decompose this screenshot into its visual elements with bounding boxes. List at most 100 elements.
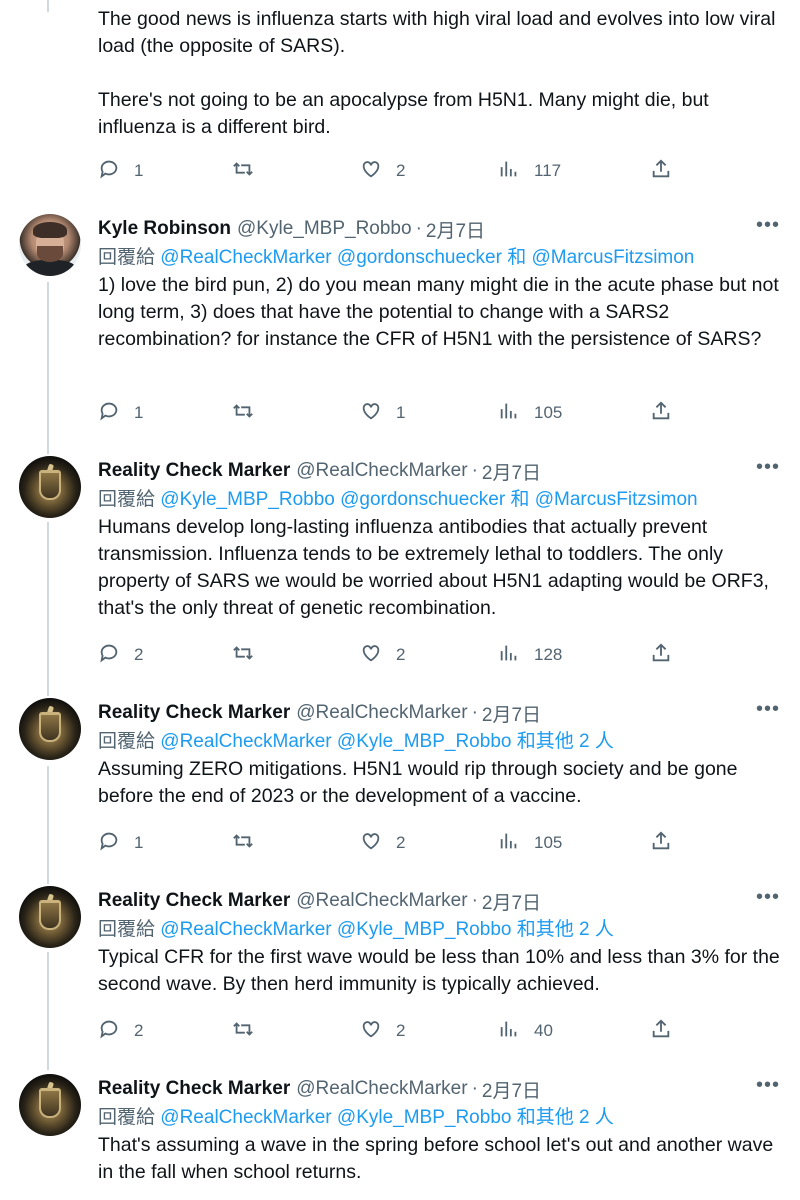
more-icon[interactable]: •••: [756, 456, 780, 479]
author-name[interactable]: Reality Check Marker: [98, 890, 290, 912]
author-name[interactable]: Kyle Robinson: [98, 218, 231, 240]
separator: ·: [471, 702, 478, 723]
tweet-header: Reality Check Marker @RealCheckMarker · …: [98, 456, 782, 486]
like-icon: [360, 1018, 382, 1045]
retweet-button[interactable]: [232, 640, 254, 670]
reply-button[interactable]: 1: [98, 156, 143, 186]
replying-links[interactable]: @RealCheckMarker @Kyle_MBP_Robbo 和其他 2 人: [160, 919, 614, 940]
retweet-button[interactable]: [232, 1016, 254, 1046]
tweet-header: Reality Check Marker @RealCheckMarker · …: [98, 886, 782, 916]
reply-count: 1: [134, 161, 144, 180]
share-icon: [650, 400, 672, 427]
tweet-actions: 2 2 40: [98, 1016, 688, 1046]
share-button[interactable]: [650, 398, 672, 428]
thread-line: [47, 282, 49, 454]
share-icon: [650, 158, 672, 185]
replying-to: 回覆給 @Kyle_MBP_Robbo @gordonschuecker 和 @…: [98, 486, 782, 514]
tweet-actions: 1 2 117: [98, 156, 688, 186]
thread-line: [47, 522, 49, 696]
avatar[interactable]: [19, 1074, 81, 1136]
replying-links[interactable]: @RealCheckMarker @Kyle_MBP_Robbo 和其他 2 人: [160, 1107, 614, 1128]
retweet-button[interactable]: [232, 156, 254, 186]
author-handle[interactable]: @RealCheckMarker: [296, 460, 467, 482]
like-button[interactable]: 2: [360, 1016, 405, 1046]
share-button[interactable]: [650, 828, 672, 858]
views-button[interactable]: 128: [498, 640, 562, 670]
like-count: 2: [396, 161, 406, 180]
like-button[interactable]: 2: [360, 828, 405, 858]
author-handle[interactable]: @Kyle_MBP_Robbo: [237, 218, 412, 240]
tweet-body: Humans develop long-lasting influenza an…: [98, 516, 775, 619]
replying-to: 回覆給 @RealCheckMarker @Kyle_MBP_Robbo 和其他…: [98, 916, 782, 944]
author-handle[interactable]: @RealCheckMarker: [296, 890, 467, 912]
author-handle[interactable]: @RealCheckMarker: [296, 702, 467, 724]
views-count: 117: [534, 161, 562, 180]
share-button[interactable]: [650, 640, 672, 670]
author-name[interactable]: Reality Check Marker: [98, 1078, 290, 1100]
like-button[interactable]: 1: [360, 398, 405, 428]
reply-button[interactable]: 1: [98, 828, 143, 858]
tweet-date[interactable]: 2月7日: [482, 1076, 541, 1103]
share-icon: [650, 642, 672, 669]
author-name[interactable]: Reality Check Marker: [98, 702, 290, 724]
replying-links[interactable]: @RealCheckMarker @Kyle_MBP_Robbo 和其他 2 人: [160, 731, 614, 752]
replying-to: 回覆給 @RealCheckMarker @gordonschuecker 和 …: [98, 244, 782, 272]
thread-line: [47, 0, 49, 12]
tweet-header: Reality Check Marker @RealCheckMarker · …: [98, 1074, 782, 1104]
views-button[interactable]: 40: [498, 1016, 553, 1046]
more-icon[interactable]: •••: [756, 1074, 780, 1097]
reply-count: 2: [134, 1021, 144, 1040]
replying-prefix: 回覆給: [98, 247, 156, 268]
thread-line: [47, 952, 49, 1070]
avatar[interactable]: [19, 456, 81, 518]
tweet-body: Typical CFR for the first wave would be …: [98, 946, 786, 995]
views-icon: [498, 400, 520, 427]
retweet-icon: [232, 158, 254, 185]
retweet-button[interactable]: [232, 398, 254, 428]
reply-icon: [98, 1018, 120, 1045]
reply-count: 1: [134, 833, 144, 852]
tweet-date[interactable]: 2月7日: [482, 458, 541, 485]
more-icon[interactable]: •••: [756, 214, 780, 237]
retweet-button[interactable]: [232, 828, 254, 858]
reply-button[interactable]: 1: [98, 398, 143, 428]
share-button[interactable]: [650, 156, 672, 186]
like-count: 2: [396, 645, 406, 664]
like-button[interactable]: 2: [360, 640, 405, 670]
reply-icon: [98, 158, 120, 185]
views-button[interactable]: 117: [498, 156, 561, 186]
more-icon[interactable]: •••: [756, 698, 780, 721]
separator: ·: [415, 218, 422, 239]
reply-icon: [98, 400, 120, 427]
views-count: 40: [534, 1021, 553, 1040]
views-count: 128: [534, 645, 563, 664]
replying-links[interactable]: @Kyle_MBP_Robbo @gordonschuecker 和 @Marc…: [160, 489, 697, 510]
reply-button[interactable]: 2: [98, 1016, 143, 1046]
author-name[interactable]: Reality Check Marker: [98, 460, 290, 482]
views-button[interactable]: 105: [498, 828, 562, 858]
views-icon: [498, 830, 520, 857]
views-button[interactable]: 105: [498, 398, 562, 428]
replying-links[interactable]: @RealCheckMarker @gordonschuecker 和 @Mar…: [160, 247, 694, 268]
like-button[interactable]: 2: [360, 156, 405, 186]
tweet-actions: 1 2 105: [98, 828, 688, 858]
share-icon: [650, 830, 672, 857]
like-icon: [360, 642, 382, 669]
views-icon: [498, 158, 520, 185]
replying-prefix: 回覆給: [98, 1107, 156, 1128]
avatar[interactable]: [19, 886, 81, 948]
tweet-date[interactable]: 2月7日: [482, 700, 541, 727]
tweet-date[interactable]: 2月7日: [426, 216, 485, 243]
share-button[interactable]: [650, 1016, 672, 1046]
like-count: 1: [396, 403, 406, 422]
tweet-body: That's assuming a wave in the spring bef…: [98, 1134, 779, 1183]
like-count: 2: [396, 833, 406, 852]
avatar[interactable]: [19, 214, 81, 276]
more-icon[interactable]: •••: [756, 886, 780, 909]
author-handle[interactable]: @RealCheckMarker: [296, 1078, 467, 1100]
reply-button[interactable]: 2: [98, 640, 143, 670]
tweet-header: Reality Check Marker @RealCheckMarker · …: [98, 698, 782, 728]
avatar[interactable]: [19, 698, 81, 760]
tweet-date[interactable]: 2月7日: [482, 888, 541, 915]
like-icon: [360, 158, 382, 185]
